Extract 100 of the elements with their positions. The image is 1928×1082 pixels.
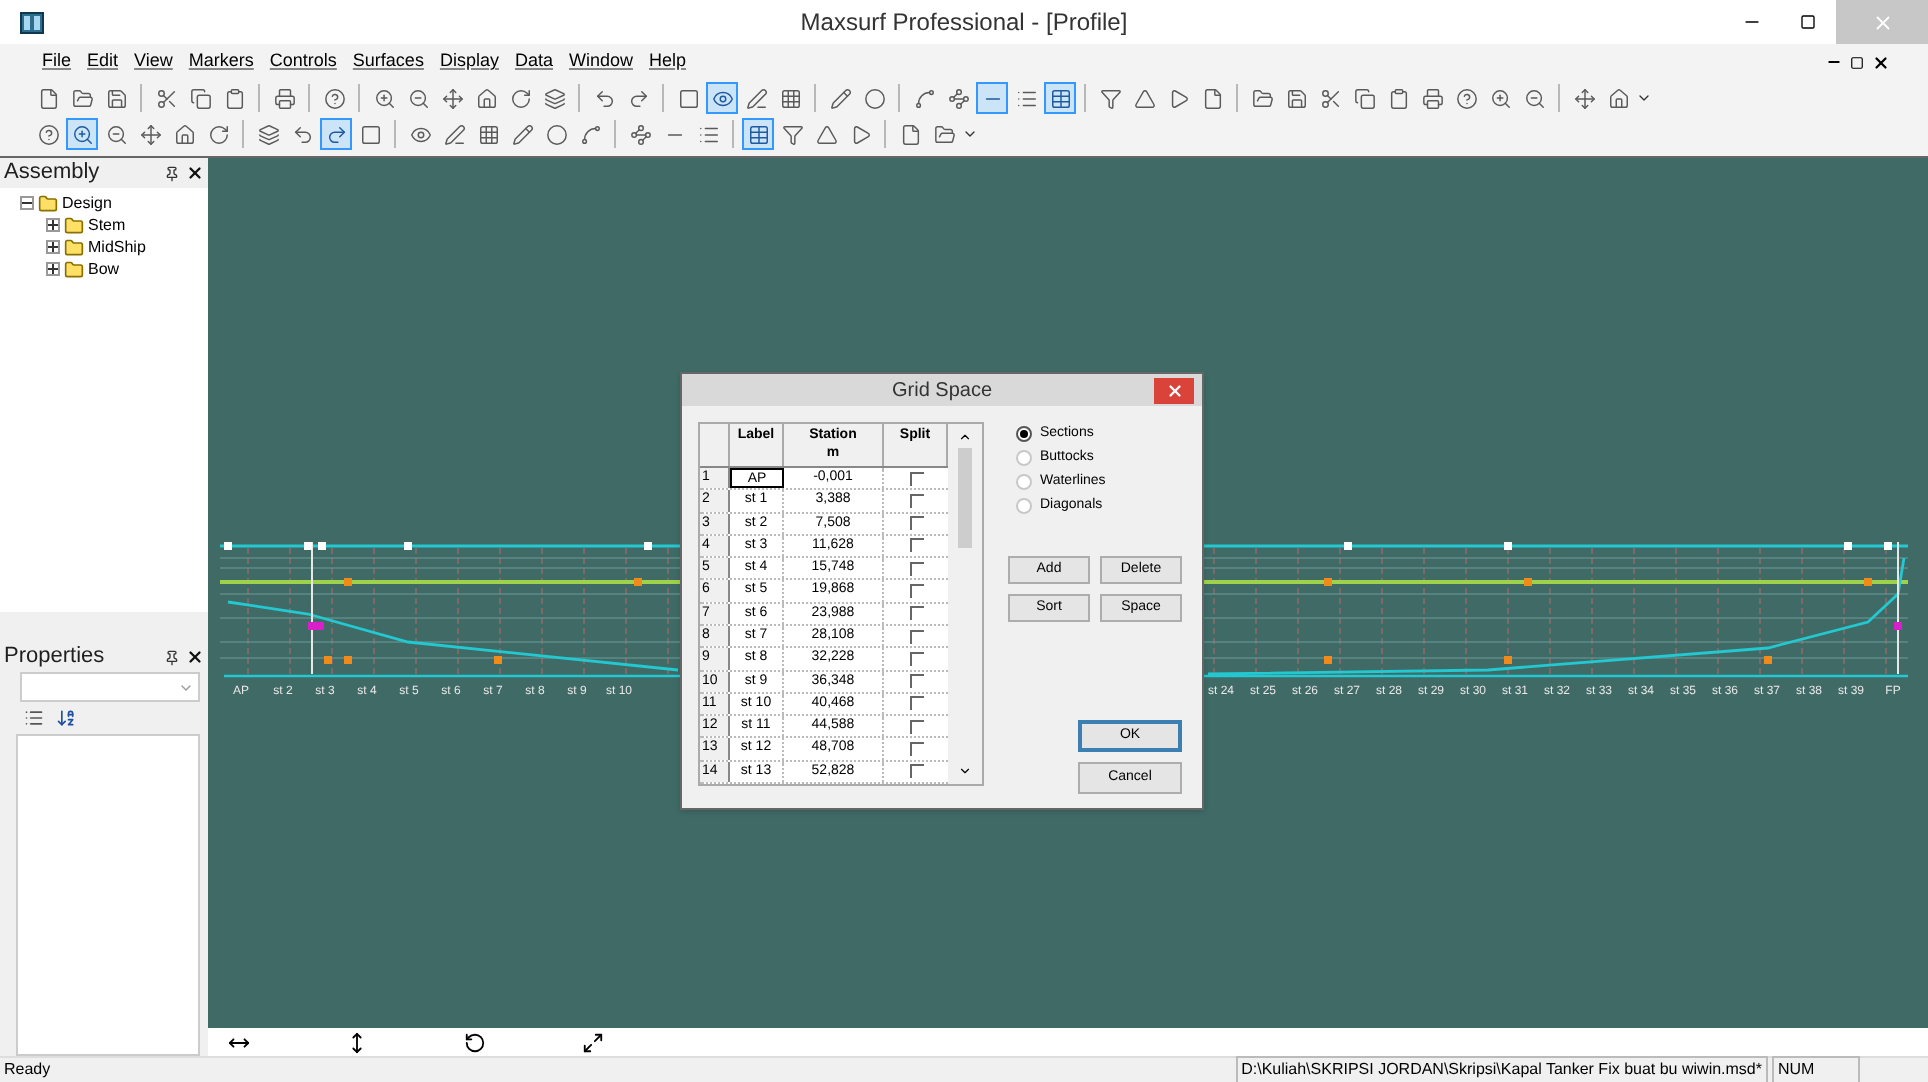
toolbar-button[interactable] bbox=[742, 118, 774, 150]
scroll-up-icon[interactable] bbox=[958, 430, 972, 444]
arrow-icon bbox=[1167, 87, 1189, 109]
scrollbar[interactable] bbox=[948, 424, 982, 784]
checkbox[interactable] bbox=[909, 561, 923, 576]
layers-icon bbox=[257, 123, 279, 145]
checkbox[interactable] bbox=[909, 742, 923, 757]
save-icon bbox=[105, 87, 127, 109]
checkbox[interactable] bbox=[909, 629, 923, 644]
print-icon bbox=[273, 87, 295, 109]
menu-item[interactable]: Data bbox=[506, 48, 561, 76]
checkbox[interactable] bbox=[909, 696, 923, 711]
view-icon bbox=[711, 87, 733, 109]
rotate-icon bbox=[509, 87, 531, 109]
checkbox[interactable] bbox=[909, 764, 923, 779]
menu-item[interactable]: Edit bbox=[79, 48, 127, 76]
table-icon bbox=[747, 123, 769, 145]
pan-icon bbox=[1573, 87, 1595, 109]
panel-title: Properties bbox=[4, 642, 105, 673]
help-icon bbox=[1455, 87, 1477, 109]
pin-icon[interactable] bbox=[164, 165, 180, 181]
file-path: D:\Kuliah\SKRIPSI JORDAN\Skripsi\Kapal Tanker Fix buat bu wiwin.msd* bbox=[1235, 1056, 1768, 1082]
zoom-icon[interactable] bbox=[582, 1031, 604, 1053]
rotate-icon[interactable] bbox=[464, 1031, 486, 1053]
checkbox[interactable] bbox=[909, 538, 923, 553]
tree-item[interactable]: MidShip bbox=[88, 239, 146, 255]
open-folder-icon bbox=[933, 123, 955, 145]
dropdown-icon bbox=[1636, 90, 1652, 106]
toolbar-button[interactable] bbox=[976, 82, 1008, 114]
zoom-in-icon bbox=[71, 123, 93, 145]
cut-icon bbox=[155, 87, 177, 109]
folder-icon bbox=[64, 259, 84, 279]
square-icon bbox=[359, 123, 381, 145]
checkbox[interactable] bbox=[909, 471, 923, 486]
arrow-icon bbox=[849, 123, 871, 145]
menu-item[interactable]: Surfaces bbox=[344, 48, 432, 76]
close-icon[interactable] bbox=[1872, 53, 1890, 71]
panel-title: Assembly bbox=[4, 158, 100, 189]
help-icon bbox=[37, 123, 59, 145]
new-file-icon bbox=[899, 123, 921, 145]
expander-icon[interactable] bbox=[46, 262, 60, 276]
tree-item[interactable]: Bow bbox=[88, 261, 120, 277]
curve-icon bbox=[579, 123, 601, 145]
menu-item[interactable]: View bbox=[126, 48, 181, 76]
tree-item[interactable]: Design bbox=[62, 195, 112, 211]
categorized-icon[interactable] bbox=[24, 708, 44, 728]
menu-item[interactable]: Window bbox=[560, 48, 641, 76]
copy-icon bbox=[189, 87, 211, 109]
scroll-thumb[interactable] bbox=[958, 448, 972, 548]
restore-icon[interactable] bbox=[1850, 55, 1864, 69]
redo-icon bbox=[325, 123, 347, 145]
checkbox[interactable] bbox=[909, 651, 923, 666]
undo-icon bbox=[593, 87, 615, 109]
pin-icon[interactable] bbox=[164, 649, 180, 665]
home-icon bbox=[475, 87, 497, 109]
close-icon[interactable] bbox=[186, 164, 204, 182]
checkbox[interactable] bbox=[909, 606, 923, 621]
close-icon bbox=[1871, 11, 1893, 33]
menu-item[interactable]: Display bbox=[431, 48, 507, 76]
pan-vertical-icon[interactable] bbox=[346, 1031, 368, 1053]
checkbox[interactable] bbox=[909, 719, 923, 734]
checkbox[interactable] bbox=[909, 516, 923, 531]
points-icon bbox=[629, 123, 651, 145]
pen-icon bbox=[443, 123, 465, 145]
close-icon bbox=[1165, 381, 1183, 399]
help-icon bbox=[323, 87, 345, 109]
table-icon bbox=[1049, 87, 1071, 109]
pencil-icon bbox=[511, 123, 533, 145]
toolbar-button[interactable] bbox=[1044, 82, 1076, 114]
radio-button[interactable] bbox=[1016, 426, 1032, 442]
checkbox[interactable] bbox=[909, 584, 923, 599]
toolbar-button[interactable] bbox=[66, 118, 98, 150]
curve-icon bbox=[913, 87, 935, 109]
grid-icon bbox=[779, 87, 801, 109]
tree-item[interactable]: Stem bbox=[88, 217, 126, 233]
grid-icon bbox=[477, 123, 499, 145]
new-file-icon bbox=[1201, 87, 1223, 109]
toolbar-button[interactable] bbox=[706, 82, 738, 114]
checkbox[interactable] bbox=[909, 674, 923, 689]
checkbox[interactable] bbox=[909, 493, 923, 508]
sort-icon[interactable] bbox=[56, 708, 76, 728]
pan-icon bbox=[441, 87, 463, 109]
triangle-icon bbox=[815, 123, 837, 145]
menu-item[interactable]: Controls bbox=[261, 48, 345, 76]
toolbar-button[interactable] bbox=[320, 118, 352, 150]
filter-icon bbox=[781, 123, 803, 145]
filter-icon bbox=[1099, 87, 1121, 109]
menu-item[interactable]: Help bbox=[641, 48, 695, 76]
menu-item[interactable]: File bbox=[34, 48, 80, 76]
folder-icon bbox=[64, 215, 84, 235]
home-icon bbox=[173, 123, 195, 145]
print-icon bbox=[1421, 87, 1443, 109]
menu-item[interactable]: Markers bbox=[180, 48, 262, 76]
close-icon[interactable] bbox=[186, 648, 204, 666]
expander-icon[interactable] bbox=[20, 196, 34, 210]
scroll-down-icon[interactable] bbox=[958, 764, 972, 778]
close-button[interactable] bbox=[1154, 377, 1194, 403]
expander-icon[interactable] bbox=[46, 218, 60, 232]
window-title: Maxsurf Professional - [Profile] bbox=[798, 6, 1130, 40]
expander-icon[interactable] bbox=[46, 240, 60, 254]
